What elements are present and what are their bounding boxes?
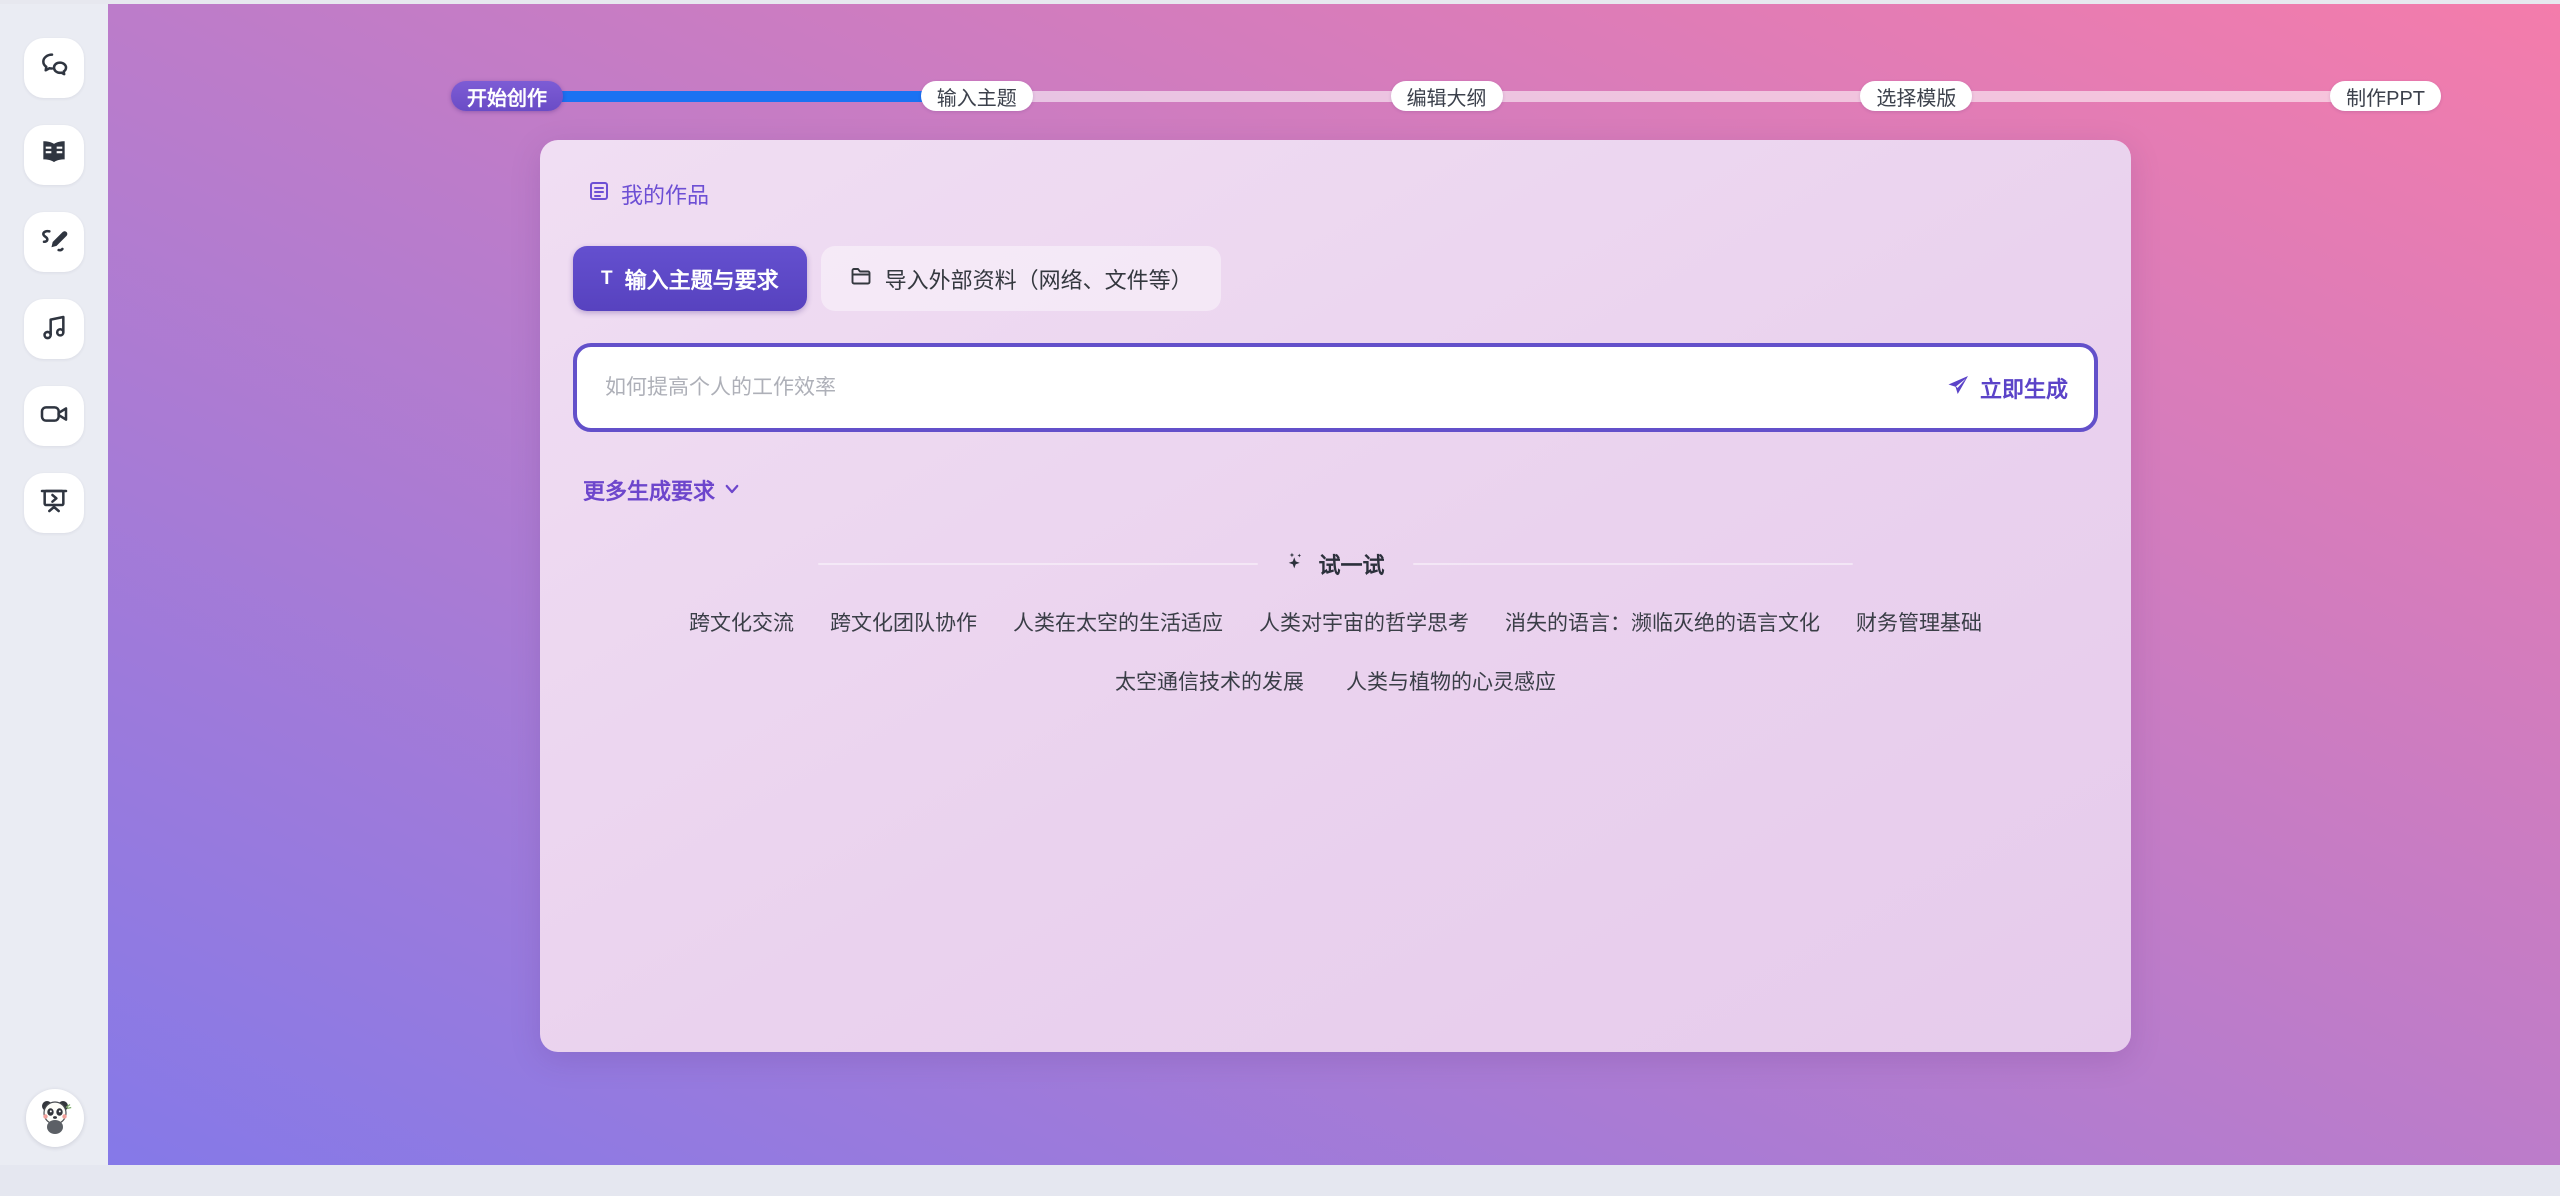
suggestion-row-2: 太空通信技术的发展 人类与植物的心灵感应 xyxy=(573,666,2098,696)
app-window: 开始创作 输入主题 编辑大纲 选择模版 制作PPT xyxy=(0,4,2560,1165)
topic-input-container: 立即生成 xyxy=(573,343,2098,432)
sparkles-icon xyxy=(1286,550,1308,578)
my-works-label: 我的作品 xyxy=(621,178,709,210)
send-icon xyxy=(1946,373,1970,403)
book-icon xyxy=(38,137,70,174)
step-choose-template: 选择模版 xyxy=(1860,81,1972,111)
chat-icon xyxy=(38,50,70,87)
sidebar-item-reading[interactable] xyxy=(24,125,84,185)
try-it-header: 试一试 xyxy=(573,548,2098,580)
step-label: 编辑大纲 xyxy=(1407,82,1487,111)
stepper-connector xyxy=(1495,91,1869,102)
sidebar-item-video[interactable] xyxy=(24,386,84,446)
sidebar-item-chat[interactable] xyxy=(24,38,84,98)
suggestion-row-1: 跨文化交流 跨文化团队协作 人类在太空的生活适应 人类对宇宙的哲学思考 消失的语… xyxy=(573,607,2098,637)
try-it-title: 试一试 xyxy=(1318,548,1384,580)
more-requirements-toggle[interactable]: 更多生成要求 xyxy=(583,474,741,506)
sidebar-item-writing[interactable] xyxy=(24,212,84,272)
generate-label: 立即生成 xyxy=(1980,372,2068,404)
suggestion-chip[interactable]: 太空通信技术的发展 xyxy=(1115,666,1304,696)
topic-input[interactable] xyxy=(605,376,1946,400)
step-label: 制作PPT xyxy=(2346,82,2425,111)
suggestion-chip[interactable]: 跨文化团队协作 xyxy=(830,607,977,637)
tab-import-external[interactable]: 导入外部资料（网络、文件等） xyxy=(821,246,1221,311)
more-requirements-label: 更多生成要求 xyxy=(583,474,715,506)
presentation-icon xyxy=(38,485,70,522)
suggestion-chip[interactable]: 人类在太空的生活适应 xyxy=(1013,607,1223,637)
generate-button[interactable]: 立即生成 xyxy=(1946,372,2068,404)
stepper-connector xyxy=(1025,91,1399,102)
step-label: 选择模版 xyxy=(1876,82,1956,111)
stepper-connector-done xyxy=(555,91,929,102)
step-edit-outline: 编辑大纲 xyxy=(1391,81,1503,111)
document-icon xyxy=(587,179,611,209)
writing-icon xyxy=(38,224,70,261)
window-bottom-strip xyxy=(0,1165,2560,1196)
folder-icon xyxy=(849,264,873,294)
stepper-connector xyxy=(1964,91,2338,102)
step-label: 输入主题 xyxy=(937,82,1017,111)
chevron-down-icon xyxy=(723,477,741,504)
main-area: 开始创作 输入主题 编辑大纲 选择模版 制作PPT xyxy=(108,4,2560,1165)
progress-stepper: 开始创作 输入主题 编辑大纲 选择模版 制作PPT xyxy=(451,80,2441,112)
divider xyxy=(1413,563,1853,565)
music-icon xyxy=(38,311,70,348)
tab-input-topic[interactable]: T 输入主题与要求 xyxy=(573,246,807,311)
step-label: 开始创作 xyxy=(467,82,547,111)
tab-label: 输入主题与要求 xyxy=(625,263,779,295)
suggestion-chip[interactable]: 人类与植物的心灵感应 xyxy=(1346,666,1556,696)
text-icon: T xyxy=(601,269,613,288)
video-icon xyxy=(38,398,70,435)
suggestion-chip[interactable]: 消失的语言：濒临灭绝的语言文化 xyxy=(1505,607,1820,637)
step-start-creation: 开始创作 xyxy=(451,81,563,111)
suggestion-chip[interactable]: 跨文化交流 xyxy=(689,607,794,637)
tab-label: 导入外部资料（网络、文件等） xyxy=(885,263,1193,295)
source-tabs: T 输入主题与要求 导入外部资料（网络、文件等） xyxy=(573,246,2098,311)
suggestion-chip[interactable]: 人类对宇宙的哲学思考 xyxy=(1259,607,1469,637)
step-input-topic: 输入主题 xyxy=(921,81,1033,111)
divider xyxy=(818,563,1258,565)
my-works-link[interactable]: 我的作品 xyxy=(587,178,709,210)
sidebar xyxy=(0,4,108,1165)
step-make-ppt: 制作PPT xyxy=(2330,81,2441,111)
suggestion-chip[interactable]: 财务管理基础 xyxy=(1856,607,1982,637)
sidebar-item-ppt[interactable] xyxy=(24,473,84,533)
user-avatar[interactable] xyxy=(26,1089,84,1147)
creation-panel: 我的作品 T 输入主题与要求 导入外部资料（网络、文件等） xyxy=(540,140,2131,1052)
sidebar-item-music[interactable] xyxy=(24,299,84,359)
panda-avatar-icon xyxy=(33,1094,77,1143)
